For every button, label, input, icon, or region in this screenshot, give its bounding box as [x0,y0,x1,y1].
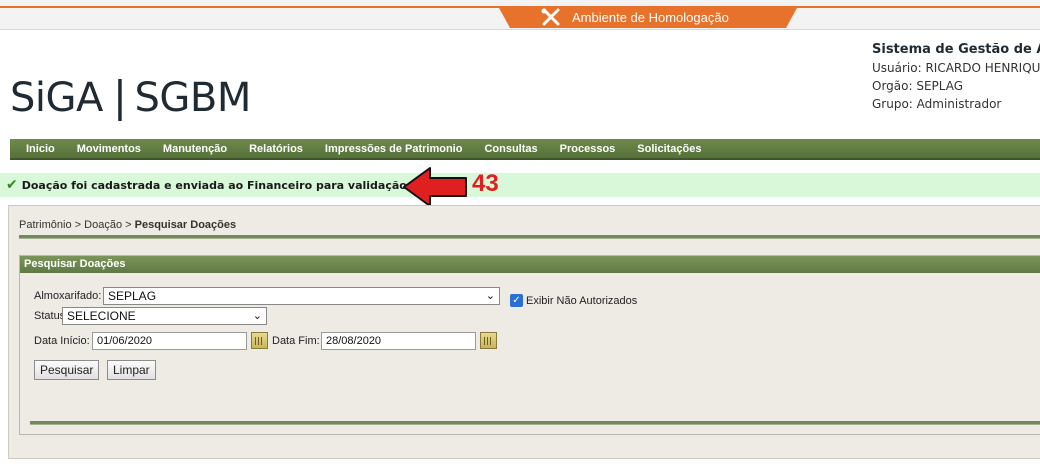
limpar-button[interactable]: Limpar [107,360,156,380]
environment-tab: Ambiente de Homologação [498,6,798,28]
annotation-arrow-icon [403,167,467,207]
chevron-down-icon: ⌄ [485,290,495,302]
user-info: Sistema de Gestão de Almo Usuário: RICAR… [872,41,1040,113]
user-org: Orgão: SEPLAG [872,79,964,93]
breadcrumb-divider [19,235,1040,239]
exibir-nao-autorizados-label: Exibir Não Autorizados [526,295,638,307]
breadcrumb-current: Pesquisar Doações [134,219,237,231]
logo-sgbm: SGBM [134,75,252,121]
menu-manutencao[interactable]: Manutenção [157,143,233,155]
data-inicio-input[interactable]: 01/06/2020 [92,332,247,350]
menu-movimentos[interactable]: Movimentos [71,143,147,155]
tools-icon [540,8,562,26]
annotation-number: 43 [472,170,499,197]
pesquisar-button[interactable]: Pesquisar [34,360,100,380]
data-inicio-label: Data Início: [34,335,90,347]
breadcrumb-separator: > [74,219,82,231]
user-group: Grupo: Administrador [872,97,1002,111]
exibir-nao-autorizados-checkbox[interactable]: ✓ [510,294,523,307]
menu-processos[interactable]: Processos [554,143,622,155]
search-form-title: Pesquisar Doações [20,256,1040,273]
user-name: Usuário: RICARDO HENRIQUE [872,61,1040,75]
logo-separator: | [112,72,127,121]
app-logo: SiGA | SGBM [10,72,251,121]
data-fim-label: Data Fim: [272,335,320,347]
breadcrumb-patrimonio[interactable]: Patrimônio [19,219,72,231]
menu-relatorios[interactable]: Relatórios [243,143,309,155]
content-panel: Patrimônio > Doação > Pesquisar Doações … [8,205,1040,459]
checkmark-icon: ✔ [6,177,18,193]
status-value: SELECIONE [67,309,136,323]
breadcrumb-doacao[interactable]: Doação [84,219,122,231]
breadcrumb-separator: > [125,219,132,231]
system-title: Sistema de Gestão de Almo [872,42,1040,57]
data-fim-input[interactable]: 28/08/2020 [321,332,476,350]
success-message-text: Doação foi cadastrada e enviada ao Finan… [21,178,412,192]
menu-consultas[interactable]: Consultas [478,143,543,155]
chevron-down-icon: ⌄ [252,310,262,322]
status-label: Status [34,310,66,322]
breadcrumb: Patrimônio > Doação > Pesquisar Doações [19,219,236,231]
environment-bar: Ambiente de Homologação [0,0,1040,30]
search-form: Pesquisar Doações Almoxarifado: SEPLAG ⌄… [19,255,1040,435]
logo-siga: SiGA [10,75,103,121]
environment-label: Ambiente de Homologação [572,9,729,25]
almoxarifado-label: Almoxarifado: [34,290,102,302]
form-footer-divider [30,421,1040,425]
menu-impressoes-patrimonio[interactable]: Impressões de Patrimonio [319,143,469,155]
calendar-icon[interactable] [251,332,268,349]
main-menu: Inicio Movimentos Manutenção Relatórios … [10,139,1040,160]
calendar-icon[interactable] [480,332,497,349]
success-message: ✔ Doação foi cadastrada e enviada ao Fin… [0,173,1040,197]
status-select[interactable]: SELECIONE ⌄ [62,307,267,325]
almoxarifado-value: SEPLAG [108,289,157,303]
menu-solicitacoes[interactable]: Solicitações [631,143,707,155]
menu-inicio[interactable]: Inicio [20,143,61,155]
almoxarifado-select[interactable]: SEPLAG ⌄ [103,287,500,305]
